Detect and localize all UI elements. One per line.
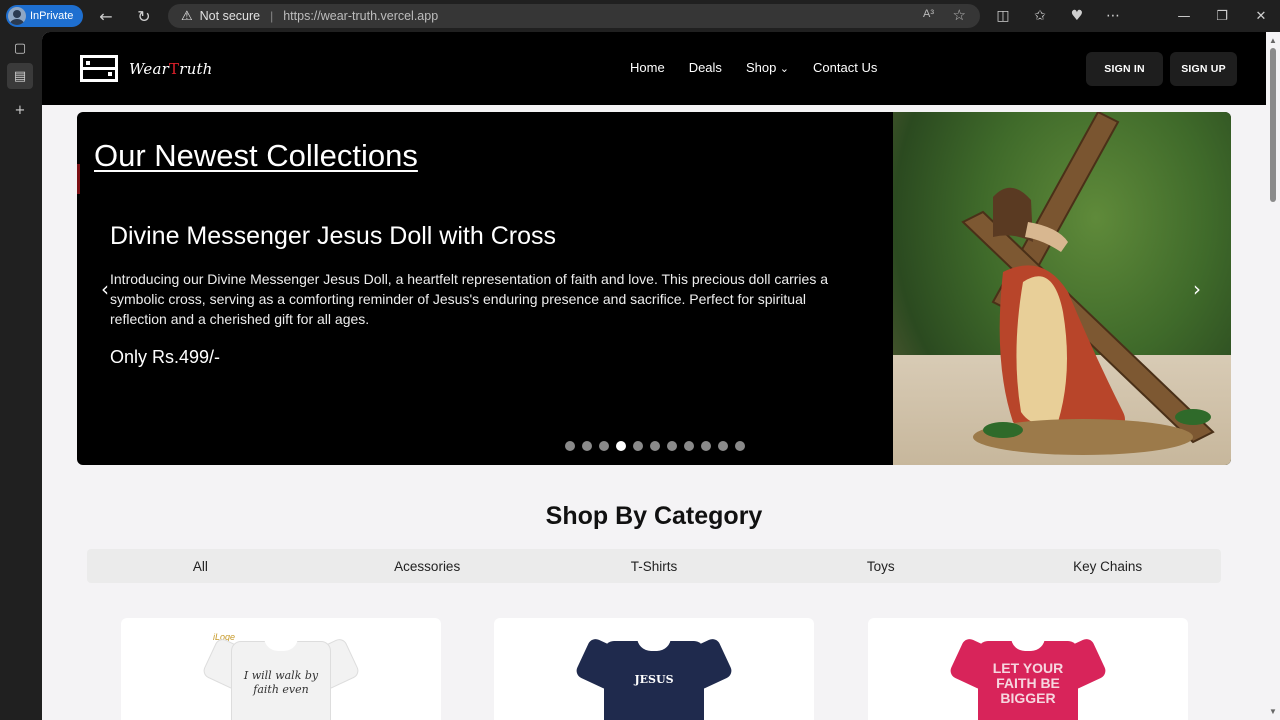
- browser-titlebar: InPrivate ← ↻ ⚠ Not secure | https://wea…: [0, 0, 1280, 32]
- favorite-star-icon[interactable]: ☆: [953, 6, 966, 24]
- page-viewport: WearTruth Home Deals Shop Contact Us SIG…: [42, 32, 1280, 720]
- tab-accessories[interactable]: Acessories: [314, 549, 541, 583]
- tshirt-image: LET YOUR FAITH BE BIGGER: [947, 631, 1109, 720]
- more-menu-icon[interactable]: ⋯: [1104, 7, 1122, 25]
- site-logo[interactable]: WearTruth: [80, 55, 213, 82]
- tab-toys[interactable]: Toys: [767, 549, 994, 583]
- site-header: WearTruth Home Deals Shop Contact Us SIG…: [42, 32, 1266, 105]
- product-title: Divine Messenger Jesus Doll with Cross: [110, 222, 556, 250]
- product-price: Only Rs.499/-: [110, 347, 221, 367]
- scroll-down-icon[interactable]: ▼: [1269, 707, 1277, 716]
- minimize-icon[interactable]: —: [1174, 6, 1194, 26]
- category-heading: Shop By Category: [545, 502, 763, 530]
- tab-actions-icon[interactable]: ▢: [10, 38, 30, 58]
- carousel-dot[interactable]: [582, 441, 592, 451]
- logo-mark-icon: [80, 55, 118, 82]
- carousel-dot[interactable]: [599, 441, 609, 451]
- sign-up-button[interactable]: SIGN UP: [1170, 52, 1237, 86]
- nav-home[interactable]: Home: [630, 60, 665, 75]
- product-card[interactable]: JESUS: [494, 618, 814, 720]
- carousel-dot[interactable]: [633, 441, 643, 451]
- carousel-dot[interactable]: [701, 441, 711, 451]
- close-icon[interactable]: ✕: [1251, 6, 1271, 26]
- inprivate-label: InPrivate: [30, 10, 74, 22]
- sign-in-button[interactable]: SIGN IN: [1086, 52, 1163, 86]
- product-card[interactable]: iLoge I will walk by faith even: [121, 618, 441, 720]
- address-bar[interactable]: ⚠ Not secure | https://wear-truth.vercel…: [168, 4, 980, 28]
- nav-deals[interactable]: Deals: [689, 60, 722, 75]
- active-tab-icon[interactable]: ▤: [7, 63, 33, 89]
- hero-carousel: Our Newest Collections Divine Messenger …: [77, 112, 1231, 465]
- tab-keychains[interactable]: Key Chains: [994, 549, 1221, 583]
- favorites-icon[interactable]: ✩: [1031, 7, 1049, 25]
- carousel-dot[interactable]: [718, 441, 728, 451]
- refresh-icon[interactable]: ↻: [134, 6, 154, 26]
- tshirt-image: JESUS: [573, 631, 735, 720]
- carousel-heading: Our Newest Collections: [94, 138, 418, 173]
- profile-avatar: [8, 7, 26, 25]
- carousel-dot[interactable]: [735, 441, 745, 451]
- logo-text: WearTruth: [129, 59, 213, 78]
- browser-essentials-icon[interactable]: ♥: [1068, 7, 1086, 25]
- carousel-dot[interactable]: [684, 441, 694, 451]
- read-aloud-icon[interactable]: A³: [923, 8, 934, 20]
- carousel-dot[interactable]: [616, 441, 626, 451]
- scroll-thumb[interactable]: [1270, 48, 1276, 202]
- new-tab-icon[interactable]: +: [10, 100, 30, 120]
- carousel-dot[interactable]: [667, 441, 677, 451]
- security-status[interactable]: Not secure: [200, 9, 260, 23]
- shirt-print: I will walk by faith even: [243, 669, 319, 696]
- carousel-prev-icon[interactable]: ‹: [101, 277, 109, 301]
- carousel-dot[interactable]: [650, 441, 660, 451]
- carousel-indicators: [565, 441, 745, 451]
- carousel-dot[interactable]: [565, 441, 575, 451]
- accent-mark: [77, 164, 80, 194]
- product-description: Introducing our Divine Messenger Jesus D…: [110, 271, 829, 327]
- carousel-text-panel: Our Newest Collections Divine Messenger …: [77, 112, 893, 465]
- nav-shop-dropdown[interactable]: Shop: [746, 60, 789, 75]
- nav-contact[interactable]: Contact Us: [813, 60, 877, 75]
- warning-icon[interactable]: ⚠: [181, 9, 193, 24]
- category-tabs: All Acessories T-Shirts Toys Key Chains: [87, 549, 1221, 583]
- back-icon[interactable]: ←: [96, 6, 116, 26]
- restore-icon[interactable]: ❐: [1212, 6, 1232, 26]
- page-scrollbar[interactable]: ▲ ▼: [1266, 32, 1280, 720]
- tab-all[interactable]: All: [87, 549, 314, 583]
- tshirt-image: I will walk by faith even: [200, 631, 362, 720]
- address-separator: |: [270, 9, 274, 23]
- split-screen-icon[interactable]: ◫: [994, 7, 1012, 25]
- browser-sidebar: ▢ ▤ +: [0, 32, 42, 720]
- product-card[interactable]: LET YOUR FAITH BE BIGGER: [868, 618, 1188, 720]
- url-text[interactable]: https://wear-truth.vercel.app: [283, 9, 438, 23]
- product-image: [893, 112, 1231, 465]
- shirt-print: JESUS: [634, 673, 674, 686]
- main-nav: Home Deals Shop Contact Us: [630, 60, 901, 75]
- inprivate-badge[interactable]: InPrivate: [6, 5, 83, 27]
- scroll-up-icon[interactable]: ▲: [1269, 36, 1277, 45]
- shirt-print: LET YOUR FAITH BE BIGGER: [992, 660, 1064, 706]
- tab-tshirts[interactable]: T-Shirts: [541, 549, 768, 583]
- carousel-next-icon[interactable]: ›: [1193, 277, 1201, 301]
